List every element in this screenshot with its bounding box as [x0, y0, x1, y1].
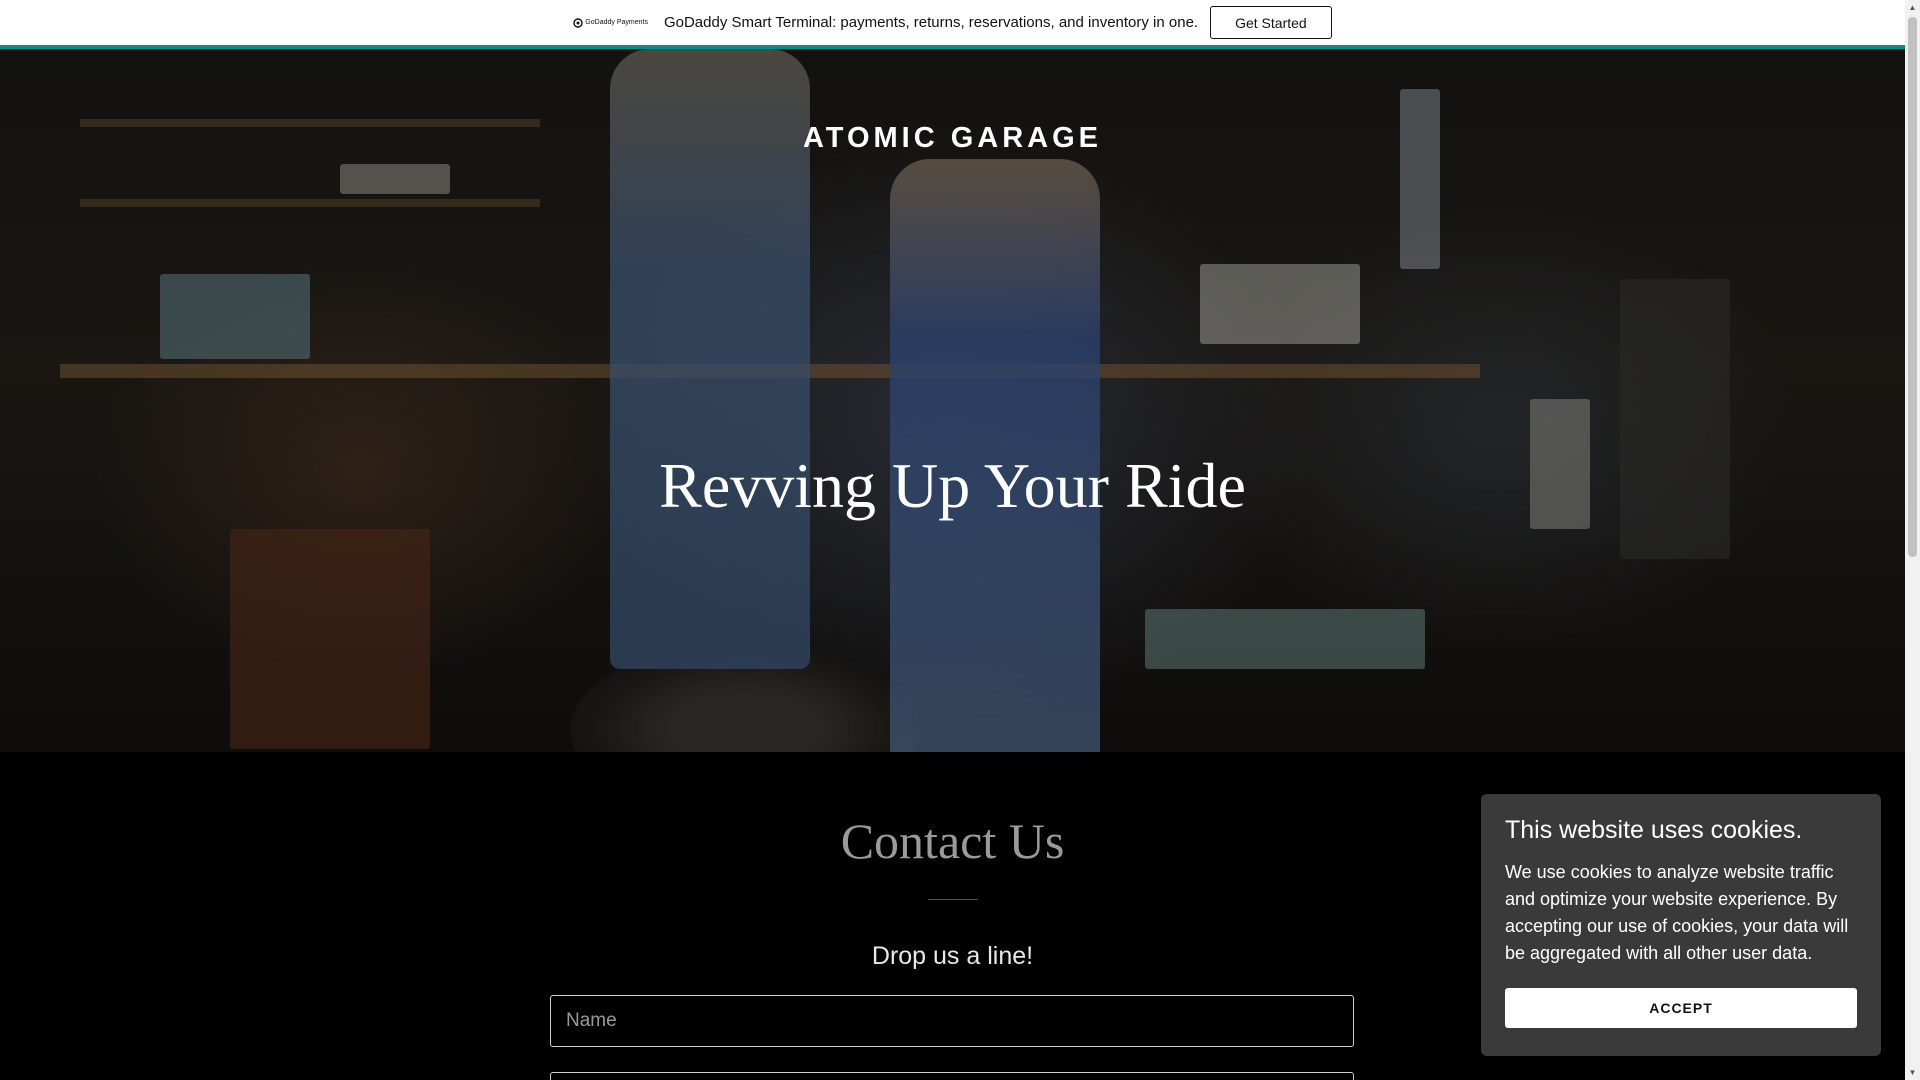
site-title[interactable]: ATOMIC GARAGE [0, 122, 1905, 155]
cookie-body: We use cookies to analyze website traffi… [1505, 862, 1849, 963]
hero-heading: Revving Up Your Ride [659, 450, 1246, 521]
promo-message: GoDaddy Smart Terminal: payments, return… [663, 14, 1199, 31]
godaddy-logo-icon [573, 17, 583, 28]
cookie-title: This website uses cookies. [1505, 816, 1803, 844]
logo-text: GoDaddy Payments [585, 19, 648, 26]
section-divider [928, 899, 978, 900]
name-input[interactable] [550, 995, 1354, 1047]
email-input[interactable] [550, 1072, 1354, 1080]
scroll-down-icon[interactable]: ▼ [1905, 1065, 1920, 1080]
accept-cookies-button[interactable]: ACCEPT [1505, 988, 1857, 1028]
page-scrollbar[interactable]: ▲ ▼ [1905, 0, 1920, 1080]
hero-section: ATOMIC GARAGE Revving Up Your Ride [0, 49, 1905, 752]
godaddy-payments-logo: GoDaddy Payments [573, 17, 648, 28]
promo-banner: GoDaddy Payments GoDaddy Smart Terminal:… [0, 0, 1905, 45]
cookie-banner: This website uses cookies. We use cookie… [1481, 794, 1881, 1056]
scroll-thumb[interactable] [1908, 17, 1917, 557]
get-started-button[interactable]: Get Started [1210, 6, 1332, 39]
scroll-up-icon[interactable]: ▲ [1905, 0, 1920, 15]
page: GoDaddy Payments GoDaddy Smart Terminal:… [0, 0, 1920, 1080]
